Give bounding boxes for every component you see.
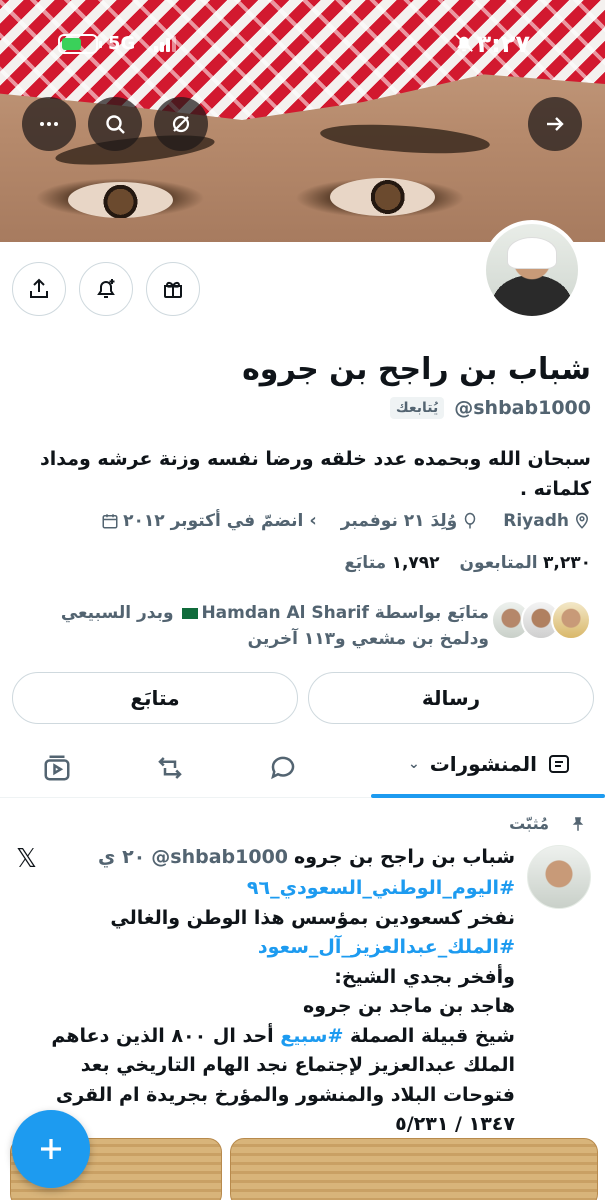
post-header: شباب بن راجح بن جروه @shbab1000 ٢٠ ي	[98, 846, 515, 868]
hashtag-link[interactable]: #اليوم_الوطني_السعودي_٩٦	[10, 874, 515, 904]
gift-icon	[164, 281, 182, 298]
follow-button[interactable]: متابَع	[12, 672, 298, 724]
profile-name: شباب بن راجح بن جروه	[242, 352, 591, 387]
pin-icon	[572, 817, 584, 831]
location-text: Riyadh	[503, 510, 569, 531]
followed-by-prefix: متابَع بواسطة	[374, 603, 489, 623]
join-date: انضمّ في أكتوبر ٢٠١٢	[101, 511, 303, 531]
followed-by-text: متابَع بواسطة Hamdan Al Sharif وبدر السب…	[19, 600, 489, 652]
chevron-down-icon: ⌄	[407, 756, 420, 772]
grok-icon	[172, 115, 190, 133]
profile-handle: @shbab1000	[454, 397, 591, 419]
follows-you-badge: يُتابعك	[389, 397, 445, 419]
following-label: متابَع	[344, 553, 387, 573]
message-button[interactable]: رسالة	[308, 672, 594, 724]
bell-muted-icon	[455, 34, 473, 52]
post-text-line: نفخر كسعودين بمؤسس هذا الوطن والغالي	[110, 906, 515, 929]
post-body[interactable]: #اليوم_الوطني_السعودي_٩٦ نفخر كسعودين بم…	[10, 874, 515, 1140]
grok-button[interactable]	[154, 97, 208, 151]
followed-by-name: Hamdan Al Sharif	[201, 603, 369, 623]
gift-button[interactable]	[146, 262, 200, 316]
followed-by[interactable]: متابَع بواسطة Hamdan Al Sharif وبدر السب…	[19, 600, 591, 652]
saudi-flag-icon	[182, 607, 199, 619]
battery-icon	[58, 34, 102, 54]
profile-avatar[interactable]	[482, 220, 582, 320]
followed-by-avatars	[491, 600, 591, 652]
hashtag-link[interactable]: #سبيع	[280, 1025, 343, 1047]
avatar	[551, 600, 591, 640]
profile-meta: Riyadh وُلِدَ ٢١ نوفمبر ‹ انضمّ في أكتوب…	[101, 510, 591, 531]
profile-tabs: المنشورات ⌄	[0, 740, 605, 798]
follow-counts: ١,٧٩٢ متابَع ٣,٢٣٠ المتابعون	[344, 553, 591, 573]
arrow-right-icon	[547, 117, 564, 131]
signal-icon	[154, 36, 178, 52]
chevron-left-icon: ‹	[309, 510, 317, 531]
handle-row: @shbab1000 يُتابعك	[389, 397, 591, 419]
banner-eye-right	[330, 178, 435, 216]
following-count-link[interactable]: ١,٧٩٢ متابَع	[344, 553, 439, 573]
x-logo-icon: 𝕏	[16, 844, 37, 874]
pinned-label: مُثبّت	[509, 814, 549, 833]
replies-tab-icon[interactable]	[268, 753, 298, 783]
search-button[interactable]	[88, 97, 142, 151]
share-button[interactable]	[12, 262, 66, 316]
birthday-text: وُلِدَ ٢١ نوفمبر	[340, 510, 458, 531]
battery-level	[62, 38, 81, 50]
followers-count: ٣,٢٣٠	[543, 553, 591, 573]
post-image-newspaper[interactable]	[230, 1138, 598, 1200]
location: Riyadh	[503, 511, 591, 531]
following-count: ١,٧٩٢	[391, 553, 440, 573]
banner-brow-right	[319, 120, 491, 158]
clock: ٣:٢٧	[476, 30, 530, 58]
calendar-icon	[102, 513, 118, 528]
post-author-handle: @shbab1000	[151, 846, 289, 868]
banner-eye-left	[68, 182, 173, 218]
share-icon	[30, 278, 48, 298]
birthday: وُلِدَ ٢١ نوفمبر	[341, 511, 479, 531]
hashtag-link[interactable]: #الملك_عبدالعزيز_آل_سعود	[10, 933, 515, 963]
post-text-line: شيخ قبيلة الصملة #سبيع أحد ال ٨٠٠ الذين …	[10, 1022, 515, 1111]
followers-count-link[interactable]: ٣,٢٣٠ المتابعون	[460, 553, 591, 573]
media-tab-icon[interactable]	[42, 753, 72, 783]
balloon-icon	[465, 512, 476, 528]
tab-posts[interactable]: المنشورات ⌄	[408, 752, 571, 776]
post-time: ٢٠ ي	[98, 846, 146, 868]
status-bar: 5G ٣:٢٧	[0, 0, 605, 90]
location-pin-icon	[575, 512, 589, 529]
bell-plus-icon	[97, 279, 115, 298]
compose-button[interactable]	[12, 1110, 90, 1188]
back-button[interactable]	[528, 97, 582, 151]
plus-icon	[41, 1139, 61, 1159]
followers-label: المتابعون	[459, 553, 538, 573]
notifications-button[interactable]	[79, 262, 133, 316]
post-text-segment: شيخ قبيلة الصملة	[350, 1024, 515, 1047]
more-icon	[40, 122, 58, 126]
reposts-tab-icon[interactable]	[155, 753, 185, 783]
tab-active-indicator	[371, 794, 605, 798]
post-text-line: هاجد بن ماجد بن جروه	[302, 995, 515, 1017]
tab-posts-label: المنشورات	[429, 752, 537, 776]
posts-icon	[549, 755, 569, 773]
search-icon	[106, 115, 125, 134]
post-text-line: وأفخر بجدي الشيخ:	[334, 965, 515, 988]
network-type: 5G	[108, 33, 136, 54]
profile-bio: سبحان الله وبحمده عدد خلقه ورضا نفسه وزن…	[40, 448, 591, 500]
post-author-name[interactable]: شباب بن راجح بن جروه	[294, 846, 515, 868]
join-date-text: انضمّ في أكتوبر ٢٠١٢	[123, 510, 304, 531]
post-author-avatar[interactable]	[527, 845, 591, 909]
more-button[interactable]	[22, 97, 76, 151]
